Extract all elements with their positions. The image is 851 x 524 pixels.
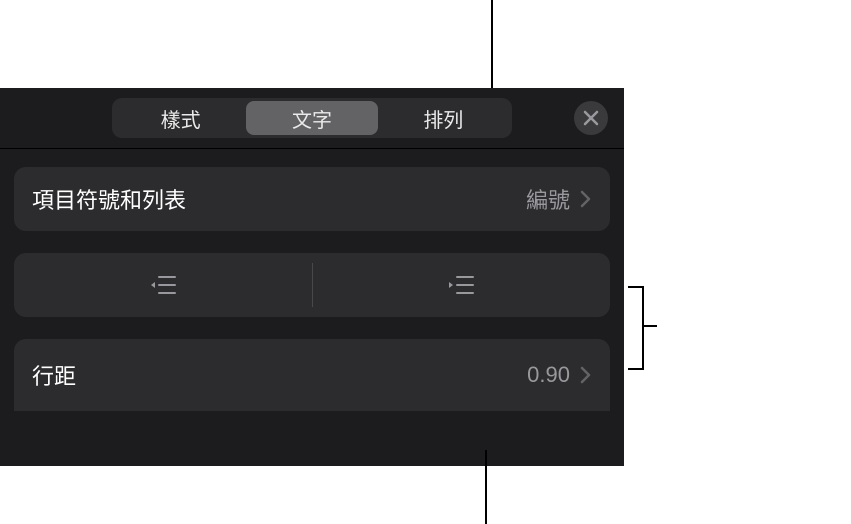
- line-spacing-value: 0.90: [527, 362, 570, 388]
- callout-bracket-right: [625, 286, 657, 366]
- tab-text[interactable]: 文字: [246, 101, 377, 135]
- bullets-value: 編號: [526, 183, 570, 215]
- tab-style[interactable]: 樣式: [115, 101, 246, 135]
- tab-bar: 樣式 文字 排列: [0, 88, 624, 148]
- format-panel: 樣式 文字 排列 項目符號和列表 編號: [0, 88, 624, 466]
- tab-arrange[interactable]: 排列: [378, 101, 509, 135]
- indent-icon: [447, 274, 475, 296]
- bullets-label: 項目符號和列表: [32, 183, 526, 215]
- segmented-control: 樣式 文字 排列: [112, 98, 512, 138]
- close-icon: [583, 110, 599, 126]
- content-area: 項目符號和列表 編號 行距 0.90: [0, 149, 624, 411]
- close-button[interactable]: [574, 101, 608, 135]
- line-spacing-row[interactable]: 行距 0.90: [14, 339, 610, 411]
- callout-line-bottom: [485, 450, 487, 524]
- chevron-right-icon: [580, 366, 592, 384]
- line-spacing-label: 行距: [32, 359, 527, 391]
- tab-arrange-label: 排列: [423, 104, 463, 133]
- tab-style-label: 樣式: [161, 104, 201, 133]
- bullets-and-lists-row[interactable]: 項目符號和列表 編號: [14, 167, 610, 231]
- outdent-button[interactable]: [14, 253, 312, 317]
- tab-text-label: 文字: [292, 104, 332, 133]
- outdent-icon: [149, 274, 177, 296]
- chevron-right-icon: [580, 190, 592, 208]
- indent-button[interactable]: [313, 253, 611, 317]
- indent-controls: [14, 253, 610, 317]
